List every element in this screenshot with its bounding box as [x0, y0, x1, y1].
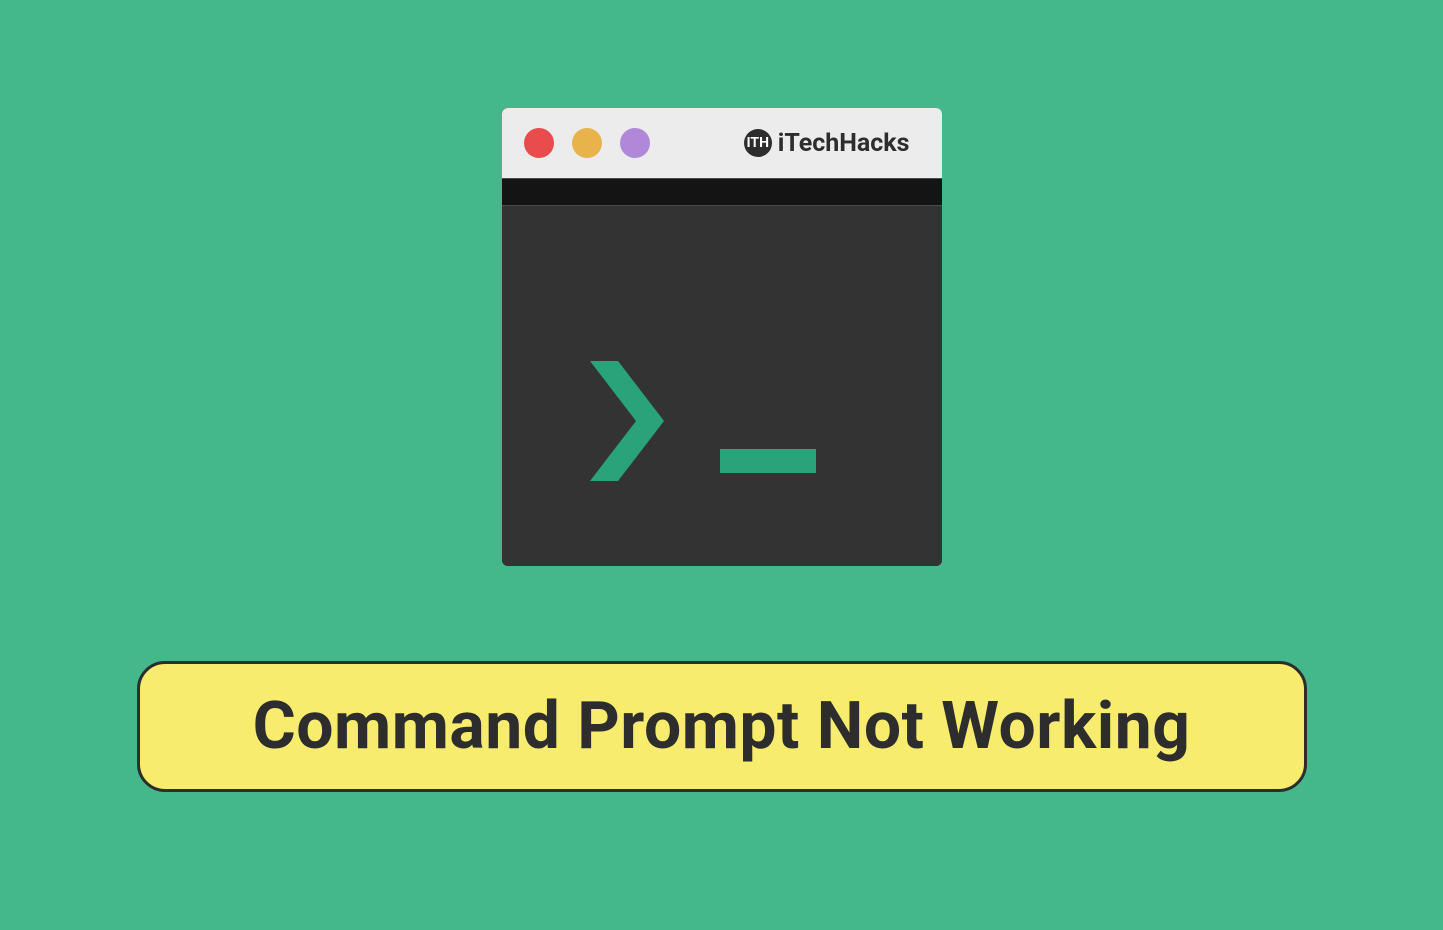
brand-name: iTechHacks	[778, 129, 910, 158]
headline-badge: Command Prompt Not Working	[137, 661, 1307, 792]
close-icon	[524, 128, 554, 158]
traffic-lights	[524, 128, 650, 158]
menu-bar	[502, 178, 942, 206]
underscore-icon	[720, 449, 816, 473]
title-bar: ITH iTechHacks	[502, 108, 942, 178]
terminal-body	[502, 206, 942, 566]
brand: ITH iTechHacks	[744, 129, 910, 158]
minimize-icon	[572, 128, 602, 158]
terminal-window: ITH iTechHacks	[502, 108, 942, 566]
prompt-symbol	[590, 361, 816, 481]
maximize-icon	[620, 128, 650, 158]
brand-logo-icon: ITH	[744, 129, 772, 157]
chevron-right-icon	[590, 361, 664, 481]
headline-text: Command Prompt Not Working	[253, 688, 1191, 765]
